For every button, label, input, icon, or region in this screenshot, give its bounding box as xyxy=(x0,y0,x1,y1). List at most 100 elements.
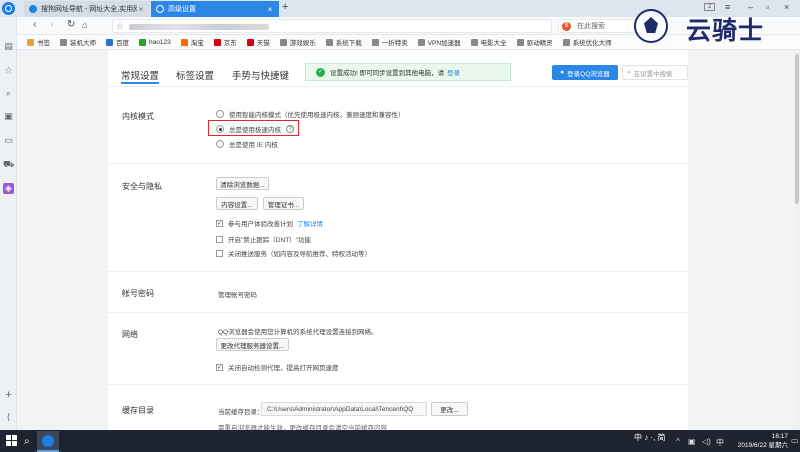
checkbox-auto-proxy[interactable]: ✓ 关闭自动检测代理，提高打开网页速度 xyxy=(216,362,339,372)
bookmark-label: 书签 xyxy=(37,40,50,47)
url-text-blurred xyxy=(129,24,269,30)
bookmark-favicon-icon xyxy=(139,38,146,46)
network-tray-icon[interactable]: ▣ xyxy=(688,437,696,446)
checkbox[interactable] xyxy=(216,235,223,243)
checkbox-checked[interactable]: ✓ xyxy=(216,219,223,227)
notice-login-link[interactable]: 登录 xyxy=(447,67,460,77)
bookmark-item[interactable]: VPN加速器 xyxy=(417,37,461,47)
favorites-star-icon[interactable]: ☆ xyxy=(3,65,14,76)
volume-tray-icon[interactable]: ◁) xyxy=(702,437,711,446)
bookmark-label: 装机大师 xyxy=(70,40,96,47)
url-input[interactable]: ☆ xyxy=(112,19,552,33)
bookmark-item[interactable]: 一折特卖 xyxy=(371,37,408,47)
highlight-annotation-box xyxy=(208,120,299,136)
checkbox-disable-push[interactable]: 关闭推送服务（如内容及导航推荐、特权活动等） xyxy=(216,248,371,258)
refresh-icon[interactable]: ↻ xyxy=(67,19,75,30)
divider xyxy=(108,312,688,313)
sogou-search-icon[interactable]: S xyxy=(562,21,571,31)
bookmark-item[interactable]: 装机大师 xyxy=(60,37,96,47)
notification-icon[interactable]: ▭ xyxy=(791,436,799,445)
login-qq-browser-button[interactable]: ● 登录QQ浏览器 xyxy=(552,65,618,80)
scrollbar-thumb[interactable] xyxy=(795,54,799,204)
bookmark-favicon-icon xyxy=(417,38,425,46)
kernel-option-ie[interactable]: 总是使用 IE 内核 xyxy=(216,139,278,149)
checkbox-checked[interactable]: ✓ xyxy=(216,363,223,371)
new-tab-button[interactable]: + xyxy=(282,1,288,13)
close-tab-icon[interactable]: × xyxy=(266,5,274,14)
checkbox[interactable] xyxy=(216,249,223,257)
back-icon[interactable]: ‹ xyxy=(33,19,36,30)
tab-general-settings[interactable]: 常规设置 xyxy=(121,68,160,84)
bookmark-favicon-icon xyxy=(246,38,254,46)
bookmark-item[interactable]: 系统下载 xyxy=(325,37,362,47)
ime-tray-icon[interactable]: 中 xyxy=(716,437,724,448)
change-cache-button[interactable]: 更改... xyxy=(431,402,468,416)
search-icon[interactable]: ⌕ xyxy=(3,88,14,99)
video-icon[interactable]: ▣ xyxy=(3,111,14,122)
clear-browsing-data-button[interactable]: 清除浏览数据... xyxy=(216,177,269,190)
knight-logo-icon xyxy=(634,9,668,43)
home-icon[interactable]: ⌂ xyxy=(82,20,87,30)
manage-passwords-link[interactable]: 管理帐号密码 xyxy=(218,289,257,299)
forward-icon[interactable]: › xyxy=(50,19,53,30)
radio-button[interactable] xyxy=(216,140,224,148)
close-tab-icon[interactable]: × xyxy=(137,5,145,14)
tab-advanced-settings[interactable]: 高级设置 × xyxy=(151,1,279,17)
manage-certificates-button[interactable]: 管理证书... xyxy=(263,197,304,210)
bookmark-item[interactable]: 天猫 xyxy=(246,37,270,47)
bookmark-favicon-icon xyxy=(279,38,287,46)
shopping-cart-icon[interactable]: ⛟ xyxy=(3,159,14,170)
checkbox-label: 关闭推送服务（如内容及导航推荐、特权活动等） xyxy=(228,251,371,258)
cache-directory-label: 当前缓存目录： xyxy=(218,409,264,416)
game-icon[interactable]: ▭ xyxy=(3,135,14,146)
left-sidebar: ▤ ☆ ⌕ ▣ ▭ ⛟ ◈ + ⟨ xyxy=(0,17,17,430)
bookmark-item[interactable]: 百度 xyxy=(106,37,129,47)
checkbox-dnt[interactable]: 开启"禁止跟踪（DNT）"功能 xyxy=(216,234,311,244)
collapse-sidebar-icon[interactable]: ⟨ xyxy=(3,412,14,423)
watermark-text: 云骑士 xyxy=(686,17,765,45)
bookmark-item[interactable]: 游戏娱乐 xyxy=(279,37,316,47)
account-password-title: 帐号密码 xyxy=(122,289,154,298)
taskbar-clock[interactable]: 16:17 2019/6/22 星期六 xyxy=(730,432,788,450)
taskbar-qq-browser-icon[interactable] xyxy=(37,431,59,452)
tray-expand-icon[interactable]: ^ xyxy=(676,437,680,446)
content-settings-button[interactable]: 内容设置... xyxy=(216,197,258,210)
taskbar-search-icon[interactable]: ⌕ xyxy=(24,436,30,447)
bookmark-item[interactable]: hao123 xyxy=(139,38,171,46)
kernel-mode-title: 内核模式 xyxy=(122,112,154,121)
learn-more-link[interactable]: 了解详情 xyxy=(297,218,323,228)
bookmark-item[interactable]: 京东 xyxy=(213,37,237,47)
sync-success-notice: ✓ 设置成功! 即可同步设置到其他电脑，请 登录 xyxy=(305,63,511,81)
search-icon: ⌕ xyxy=(627,68,631,76)
tab-sogou-nav[interactable]: 搜狗网址导航 - 网址大全,实用网址 × xyxy=(24,1,150,17)
windows-taskbar: ⌕ 中 ♪ ·, 简 ^ ▣ ◁) 中 16:17 2019/6/22 星期六 … xyxy=(0,430,800,452)
kernel-option-smart[interactable]: 使用智能内核模式（优先使用极速内核，兼顾速度和兼容性） xyxy=(216,109,405,119)
settings-search-input[interactable]: ⌕ 在设置中搜索 xyxy=(622,65,688,80)
bookmark-star-icon xyxy=(27,38,34,46)
qq-browser-logo-icon[interactable] xyxy=(2,2,15,15)
add-icon[interactable]: + xyxy=(3,390,14,401)
app-center-icon[interactable]: ◈ xyxy=(3,183,14,194)
tab-tab-settings[interactable]: 标签设置 xyxy=(176,68,214,82)
tab-title: 高级设置 xyxy=(168,6,196,13)
bookmark-item[interactable]: 书签 xyxy=(27,37,50,47)
checkbox-ux-improvement[interactable]: ✓ 参与用户体验改善计划 了解详情 xyxy=(216,218,323,228)
bookmark-label: 淘宝 xyxy=(190,40,204,47)
tab-gestures-shortcuts[interactable]: 手势与快捷键 xyxy=(232,68,289,82)
bookmark-favicon-icon xyxy=(371,38,379,46)
proxy-settings-button[interactable]: 更改代理服务器设置... xyxy=(216,338,289,351)
ime-indicator[interactable]: 中 ♪ ·, 简 xyxy=(634,432,666,443)
divider xyxy=(108,271,688,272)
bookmark-item[interactable]: 淘宝 xyxy=(180,37,204,47)
cache-note: 需重启浏览器才能生效，更改缓存目录会清空当前缓存内容 xyxy=(218,425,387,430)
star-icon[interactable]: ☆ xyxy=(116,21,124,32)
bookmark-manager-icon[interactable]: ▤ xyxy=(3,41,14,52)
settings-page: 常规设置 标签设置 手势与快捷键 ✓ 设置成功! 即可同步设置到其他电脑，请 登… xyxy=(108,50,688,430)
bookmark-item[interactable]: 系统优化大师 xyxy=(562,37,612,47)
cache-path-field[interactable]: C:\Users\Administrator\AppData\Local\Ten… xyxy=(261,402,427,416)
success-check-icon: ✓ xyxy=(316,68,325,77)
bookmark-item[interactable]: 驱动精灵 xyxy=(516,37,553,47)
bookmark-item[interactable]: 电影大全 xyxy=(470,37,507,47)
windows-start-icon[interactable] xyxy=(6,435,17,446)
radio-button[interactable] xyxy=(216,110,224,118)
